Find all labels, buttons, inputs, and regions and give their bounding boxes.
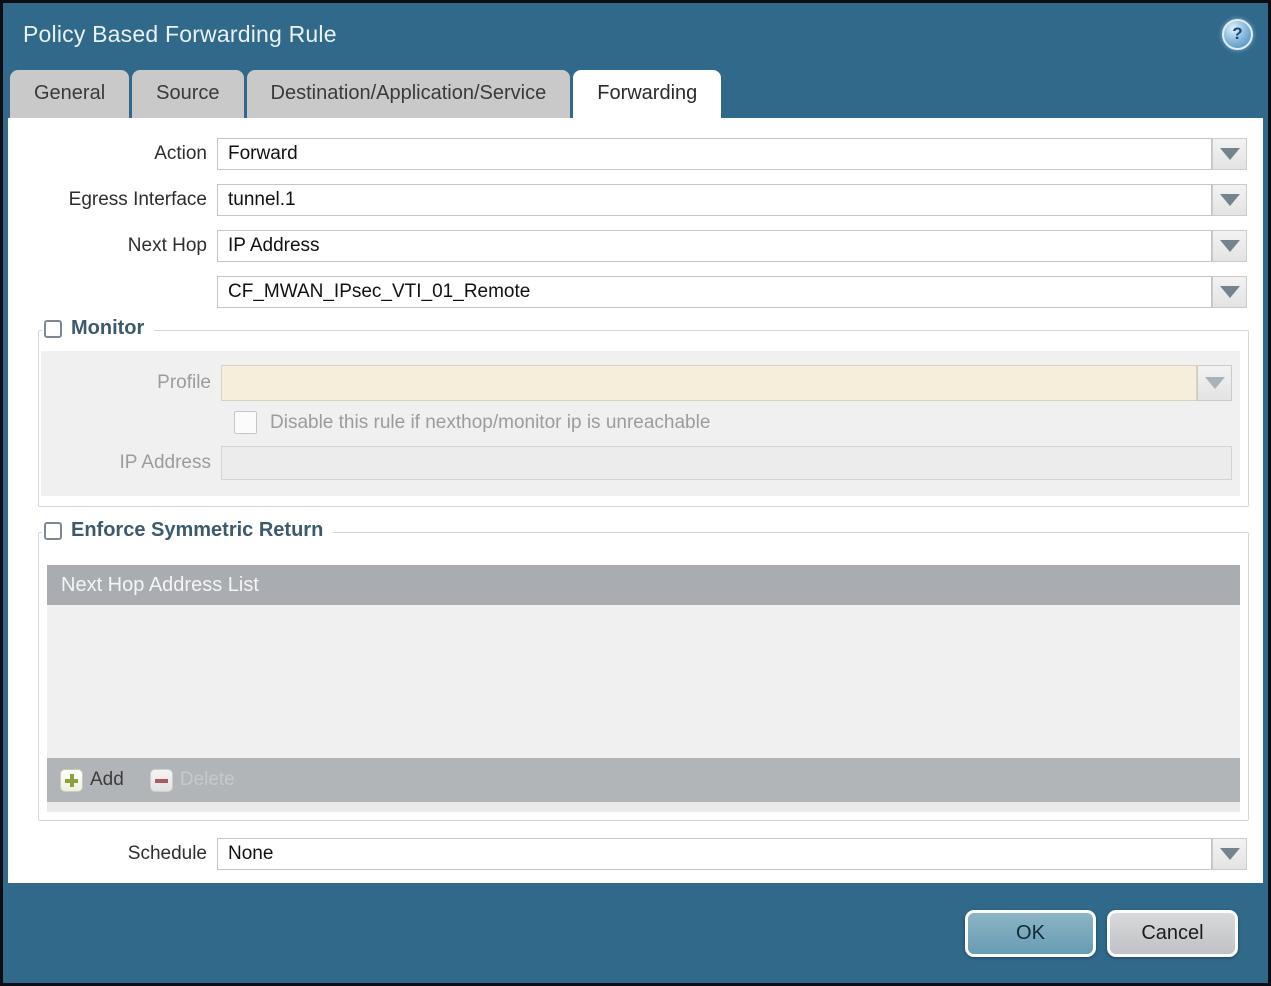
next-hop-type-dropdown-button[interactable] bbox=[1212, 230, 1247, 262]
next-hop-row: Next Hop bbox=[8, 230, 1263, 262]
monitor-checkbox[interactable] bbox=[44, 319, 62, 338]
profile-row: Profile bbox=[41, 365, 1240, 401]
add-button-label: Add bbox=[90, 769, 124, 790]
chevron-down-icon bbox=[1219, 194, 1240, 206]
monitor-group-title: Monitor bbox=[71, 317, 145, 339]
enforce-symmetric-return-checkbox[interactable] bbox=[44, 521, 62, 540]
action-input[interactable] bbox=[217, 138, 1212, 170]
monitor-ip-address-label: IP Address bbox=[119, 452, 211, 473]
chevron-down-icon bbox=[1219, 848, 1240, 860]
disable-rule-label: Disable this rule if nexthop/monitor ip … bbox=[270, 411, 711, 433]
egress-interface-label: Egress Interface bbox=[68, 189, 207, 210]
chevron-down-icon bbox=[1219, 240, 1240, 252]
monitor-ip-address-input bbox=[221, 446, 1232, 480]
ok-button[interactable]: OK bbox=[965, 909, 1096, 957]
tab-general[interactable]: General bbox=[10, 70, 130, 118]
disable-rule-row: Disable this rule if nexthop/monitor ip … bbox=[41, 411, 1240, 434]
enforce-symmetric-return-title: Enforce Symmetric Return bbox=[71, 519, 324, 541]
tab-destination-application-service[interactable]: Destination/Application/Service bbox=[246, 70, 571, 118]
dialog-footer: OK Cancel bbox=[3, 883, 1268, 983]
action-dropdown-button[interactable] bbox=[1212, 138, 1247, 170]
next-hop-address-row bbox=[8, 276, 1263, 308]
schedule-input[interactable] bbox=[217, 838, 1212, 870]
minus-icon bbox=[149, 768, 173, 792]
next-hop-type-input[interactable] bbox=[217, 230, 1212, 262]
profile-label: Profile bbox=[157, 372, 211, 393]
next-hop-address-list-toolbar: Add Delete bbox=[47, 758, 1240, 802]
dialog-titlebar: Policy Based Forwarding Rule ? bbox=[3, 3, 1268, 65]
add-button[interactable]: Add bbox=[60, 768, 124, 792]
action-label: Action bbox=[154, 143, 207, 164]
next-hop-address-list-table: Next Hop Address List Add Delete bbox=[47, 565, 1240, 812]
action-row: Action bbox=[8, 138, 1263, 170]
delete-button: Delete bbox=[149, 768, 235, 792]
enforce-symmetric-return-group: Enforce Symmetric Return Next Hop Addres… bbox=[38, 519, 1249, 821]
plus-icon bbox=[60, 768, 83, 792]
next-hop-address-list-header: Next Hop Address List bbox=[47, 565, 1240, 605]
chevron-down-icon bbox=[1219, 286, 1240, 298]
next-hop-address-list-body bbox=[47, 605, 1240, 758]
next-hop-address-dropdown-button[interactable] bbox=[1212, 276, 1247, 308]
disable-rule-checkbox bbox=[234, 411, 257, 434]
enforce-symmetric-return-legend: Enforce Symmetric Return bbox=[42, 519, 334, 542]
tab-bar: General Source Destination/Application/S… bbox=[3, 65, 1268, 118]
tab-forwarding[interactable]: Forwarding bbox=[573, 70, 722, 118]
chevron-down-icon bbox=[1204, 377, 1225, 389]
chevron-down-icon bbox=[1219, 148, 1240, 160]
next-hop-address-input[interactable] bbox=[217, 276, 1212, 308]
egress-interface-input[interactable] bbox=[217, 184, 1212, 216]
schedule-label: Schedule bbox=[127, 843, 207, 864]
help-icon[interactable]: ? bbox=[1222, 18, 1253, 50]
schedule-dropdown-button[interactable] bbox=[1212, 838, 1247, 870]
tab-content-forwarding: Action Egress Interface Next Hop bbox=[8, 118, 1263, 883]
egress-interface-row: Egress Interface bbox=[8, 184, 1263, 216]
next-hop-label: Next Hop bbox=[127, 235, 207, 256]
monitor-legend: Monitor bbox=[42, 317, 155, 340]
profile-input bbox=[221, 365, 1197, 401]
tab-source[interactable]: Source bbox=[132, 70, 244, 118]
monitor-panel: Profile Disable this rule if nexthop/mon… bbox=[41, 351, 1240, 496]
dialog-title: Policy Based Forwarding Rule bbox=[23, 20, 337, 47]
cancel-button[interactable]: Cancel bbox=[1107, 909, 1238, 957]
table-hscroll-track bbox=[47, 802, 1240, 812]
monitor-group: Monitor Profile Disable this rule if nex… bbox=[38, 317, 1249, 507]
egress-interface-dropdown-button[interactable] bbox=[1212, 184, 1247, 216]
delete-button-label: Delete bbox=[179, 769, 235, 790]
monitor-ip-address-row: IP Address bbox=[41, 446, 1240, 480]
profile-dropdown-button bbox=[1197, 365, 1232, 401]
schedule-row: Schedule bbox=[8, 838, 1263, 870]
policy-based-forwarding-dialog: Policy Based Forwarding Rule ? General S… bbox=[0, 0, 1271, 986]
